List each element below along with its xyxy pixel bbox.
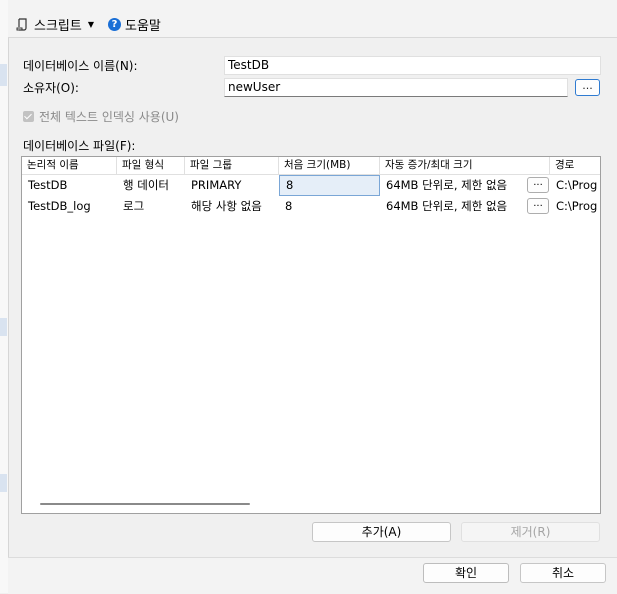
cancel-button[interactable]: 취소: [520, 563, 606, 583]
left-panel-edge: [0, 0, 9, 593]
script-icon: [16, 18, 27, 31]
left-panel-highlight: [0, 474, 7, 492]
db-files-grid[interactable]: 논리적 이름 파일 형식 파일 그룹 처음 크기(MB) 자동 증가/최대 크기…: [21, 156, 601, 514]
help-button[interactable]: ? 도움말: [108, 13, 161, 35]
remove-button[interactable]: 제거(R): [461, 522, 600, 542]
initial-size-cell[interactable]: 8: [279, 175, 380, 196]
autogrowth-text: 64MB 단위로, 제한 없음: [386, 199, 508, 213]
file-type-cell[interactable]: 로그: [117, 196, 185, 217]
db-name-label: 데이터베이스 이름(N):: [23, 59, 138, 73]
horizontal-scrollbar[interactable]: [40, 503, 250, 505]
toolbar: 스크립트 ▼ ? 도움말: [8, 0, 617, 38]
filegroup-cell[interactable]: 해당 사항 없음: [185, 196, 279, 217]
autogrowth-text: 64MB 단위로, 제한 없음: [386, 178, 508, 192]
chevron-down-icon: ▼: [87, 19, 94, 29]
autogrowth-browse-button[interactable]: ...: [527, 177, 549, 193]
autogrowth-cell[interactable]: 64MB 단위로, 제한 없음 ...: [380, 196, 550, 217]
initial-size-cell[interactable]: 8: [279, 196, 380, 217]
column-header[interactable]: 파일 형식: [117, 157, 185, 174]
autogrowth-cell[interactable]: 64MB 단위로, 제한 없음 ...: [380, 175, 550, 196]
help-icon: ?: [108, 17, 121, 31]
path-cell[interactable]: C:\Prog: [550, 196, 600, 217]
filegroup-cell[interactable]: PRIMARY: [185, 175, 279, 196]
add-button[interactable]: 추가(A): [312, 522, 451, 542]
table-row[interactable]: TestDB 행 데이터 PRIMARY 8 64MB 단위로, 제한 없음 .…: [22, 175, 600, 196]
column-header[interactable]: 자동 증가/최대 크기: [380, 157, 550, 174]
db-name-input[interactable]: TestDB: [224, 56, 601, 75]
column-header[interactable]: 처음 크기(MB): [279, 157, 380, 174]
ok-button[interactable]: 확인: [423, 563, 509, 583]
file-type-cell[interactable]: 행 데이터: [117, 175, 185, 196]
script-button[interactable]: 스크립트 ▼: [16, 13, 94, 35]
logical-name-cell[interactable]: TestDB_log: [22, 196, 117, 217]
checkbox-checked-icon: [23, 111, 34, 122]
grid-header: 논리적 이름 파일 형식 파일 그룹 처음 크기(MB) 자동 증가/최대 크기…: [22, 157, 600, 175]
column-header[interactable]: 논리적 이름: [22, 157, 117, 174]
path-cell[interactable]: C:\Prog: [550, 175, 600, 196]
owner-browse-button[interactable]: ...: [575, 79, 600, 96]
script-label: 스크립트: [34, 18, 82, 34]
table-row[interactable]: TestDB_log 로그 해당 사항 없음 8 64MB 단위로, 제한 없음…: [22, 196, 600, 217]
autogrowth-browse-button[interactable]: ...: [527, 198, 549, 214]
left-panel-highlight: [0, 318, 7, 336]
logical-name-cell[interactable]: TestDB: [22, 175, 117, 196]
fulltext-label: 전체 텍스트 인덱싱 사용(U): [39, 110, 179, 124]
owner-input[interactable]: newUser: [224, 78, 568, 97]
column-header[interactable]: 경로: [550, 157, 600, 174]
column-header[interactable]: 파일 그룹: [185, 157, 279, 174]
help-label: 도움말: [125, 18, 161, 34]
left-panel-highlight: [0, 64, 7, 86]
owner-label: 소유자(O):: [23, 81, 79, 95]
db-files-label: 데이터베이스 파일(F):: [23, 139, 136, 153]
fulltext-checkbox[interactable]: 전체 텍스트 인덱싱 사용(U): [23, 108, 179, 125]
